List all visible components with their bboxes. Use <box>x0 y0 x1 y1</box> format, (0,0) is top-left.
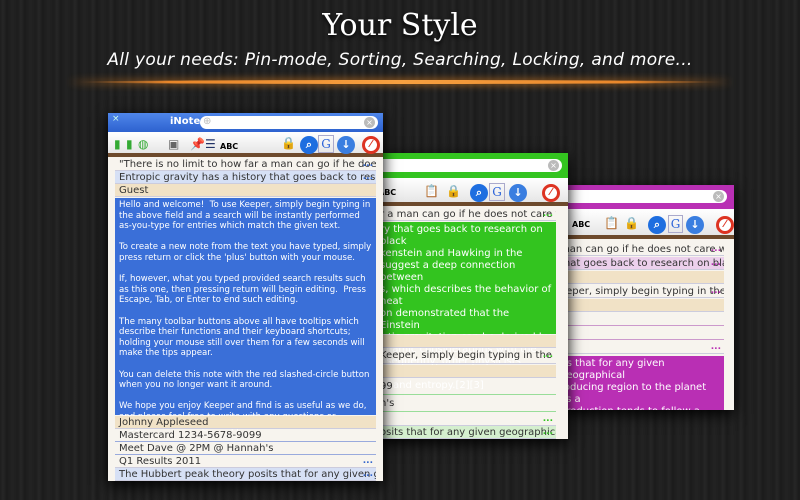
page-subtitle: All your needs: Pin-mode, Sorting, Searc… <box>107 50 693 70</box>
notes-list: r a man can go if he does not care who..… <box>376 208 556 439</box>
list-item[interactable]: eeper, simply begin typing in the... <box>556 285 724 298</box>
more-icon[interactable]: ... <box>711 341 721 353</box>
green-notes-window: × ABC 📋 🔒 ⌕ G ↓ ⁄ r a man can go if he d… <box>362 153 568 439</box>
more-icon[interactable]: ... <box>711 285 721 297</box>
download-icon[interactable]: ↓ <box>686 216 704 234</box>
more-icon[interactable]: ... <box>363 171 373 183</box>
magenta-notes-window: × ABC 📋 🔒 ⌕ G ↓ ⁄ man can go if he does … <box>540 185 734 410</box>
notes-list: "There is no limit to how far a man can … <box>115 158 376 481</box>
list-item[interactable]: Keeper, simply begin typing in the... <box>376 349 556 364</box>
list-item[interactable] <box>376 335 556 348</box>
search-input[interactable]: ⊕ × <box>200 116 378 129</box>
sort-alpha-button[interactable]: ABC <box>572 217 590 233</box>
item-text: osits that for any given geographical <box>380 427 556 438</box>
list-item[interactable]: ... <box>376 413 556 426</box>
search-input[interactable]: × <box>374 159 562 172</box>
search-icon[interactable]: ⌕ <box>470 184 488 202</box>
google-icon[interactable]: G <box>668 215 683 233</box>
list-item[interactable] <box>556 327 724 340</box>
list-item[interactable]: man can go if he does not care who... <box>556 243 724 256</box>
list-item[interactable]: Guest <box>115 184 376 197</box>
list-item[interactable]: ... <box>556 341 724 354</box>
more-icon[interactable]: ... <box>543 208 553 220</box>
clear-search-icon[interactable]: × <box>548 160 559 171</box>
search-icon[interactable]: ⌕ <box>648 216 666 234</box>
delete-icon[interactable]: ⁄ <box>716 216 734 234</box>
item-text: Keeper, simply begin typing in the <box>380 350 552 361</box>
export-note-icon[interactable]: ▮ <box>126 136 133 152</box>
list-item[interactable] <box>556 271 724 284</box>
list-item[interactable]: h's <box>376 396 556 412</box>
new-note-icon[interactable]: ▮ <box>114 136 121 152</box>
item-text: that goes back to research on black <box>560 258 724 269</box>
divider-glow <box>70 80 730 84</box>
list-icon[interactable]: ☰ <box>205 136 216 152</box>
list-item[interactable]: Mastercard 1234-5678-9099 <box>115 429 376 442</box>
clear-search-icon[interactable]: × <box>713 191 724 202</box>
list-item[interactable] <box>556 299 724 312</box>
pin-icon[interactable]: 📌 <box>190 136 205 152</box>
download-icon[interactable]: ↓ <box>337 136 355 154</box>
list-item[interactable]: 99 <box>376 379 556 395</box>
google-icon[interactable]: G <box>318 135 334 153</box>
more-icon[interactable]: ... <box>711 243 721 255</box>
more-icon[interactable]: ... <box>711 257 721 269</box>
clipboard-icon[interactable]: 📋 <box>604 215 619 231</box>
item-text: Johnny Appleseed <box>119 417 209 428</box>
lock-icon[interactable]: 🔒 <box>281 135 296 151</box>
clipboard-icon[interactable]: 📋 <box>424 183 439 199</box>
list-item[interactable]: Meet Dave @ 2PM @ Hannah's <box>115 442 376 455</box>
search-icon[interactable]: ⌕ <box>300 136 318 154</box>
item-text: Entropic gravity has a history that goes… <box>119 172 376 183</box>
item-text: Meet Dave @ 2PM @ Hannah's <box>119 443 274 454</box>
search-input[interactable]: × <box>552 190 727 203</box>
lock-icon[interactable]: 🔒 <box>624 215 639 231</box>
item-text: The Hubbert peak theory posits that for … <box>119 469 376 480</box>
list-item[interactable]: Johnny Appleseed <box>115 416 376 429</box>
notes-list: man can go if he does not care who... th… <box>556 243 724 410</box>
more-icon[interactable]: ... <box>363 455 373 467</box>
item-text: r a man can go if he does not care who <box>380 209 556 220</box>
item-text: eeper, simply begin typing in the <box>560 286 724 297</box>
blue-notes-window: × iNotes ⊕ × ▮ ▮ ◍ ▣ 📌 ☰ ABC 🔒 ⌕ G ↓ ⁄ "T… <box>108 113 383 481</box>
item-text: "There is no limit to how far a man can … <box>119 159 376 170</box>
add-note-icon[interactable]: ⊕ <box>203 116 211 127</box>
list-item[interactable]: osits that for any given geographical... <box>376 426 556 439</box>
more-icon[interactable]: ... <box>363 468 373 480</box>
sync-note-icon[interactable]: ◍ <box>138 136 148 152</box>
list-item[interactable]: The Hubbert peak theory posits that for … <box>115 468 376 481</box>
list-item[interactable] <box>376 365 556 378</box>
list-item[interactable]: Q1 Results 2011... <box>115 455 376 468</box>
list-item[interactable]: r a man can go if he does not care who..… <box>376 208 556 221</box>
lock-icon[interactable]: 🔒 <box>446 183 461 199</box>
expanded-note[interactable]: Hello and welcome! To use Keeper, simply… <box>115 198 376 432</box>
item-text: Guest <box>119 185 149 196</box>
more-icon[interactable]: ... <box>363 158 373 170</box>
list-item[interactable]: "There is no limit to how far a man can … <box>115 158 376 171</box>
item-text: Mastercard 1234-5678-9099 <box>119 430 262 441</box>
expanded-note[interactable]: its that for any given geographical rodu… <box>556 356 724 410</box>
delete-icon[interactable]: ⁄ <box>362 136 380 154</box>
download-icon[interactable]: ↓ <box>509 184 527 202</box>
more-icon[interactable]: ... <box>543 426 553 438</box>
more-icon[interactable]: ... <box>543 349 553 362</box>
list-item[interactable]: that goes back to research on black... <box>556 257 724 270</box>
google-icon[interactable]: G <box>489 183 505 201</box>
item-text: man can go if he does not care who <box>560 244 724 255</box>
item-text: Q1 Results 2011 <box>119 456 202 467</box>
close-icon[interactable]: × <box>112 114 120 124</box>
page-icon[interactable]: ▣ <box>168 136 179 152</box>
page-title: Your Style <box>322 8 478 43</box>
sort-alpha-button[interactable]: ABC <box>220 139 238 155</box>
list-item[interactable] <box>556 313 724 326</box>
more-icon[interactable]: ... <box>543 413 553 425</box>
clear-search-icon[interactable]: × <box>364 117 375 128</box>
expanded-note[interactable]: ry that goes back to research on black k… <box>376 222 556 391</box>
list-item[interactable]: Entropic gravity has a history that goes… <box>115 171 376 184</box>
delete-icon[interactable]: ⁄ <box>542 184 560 202</box>
